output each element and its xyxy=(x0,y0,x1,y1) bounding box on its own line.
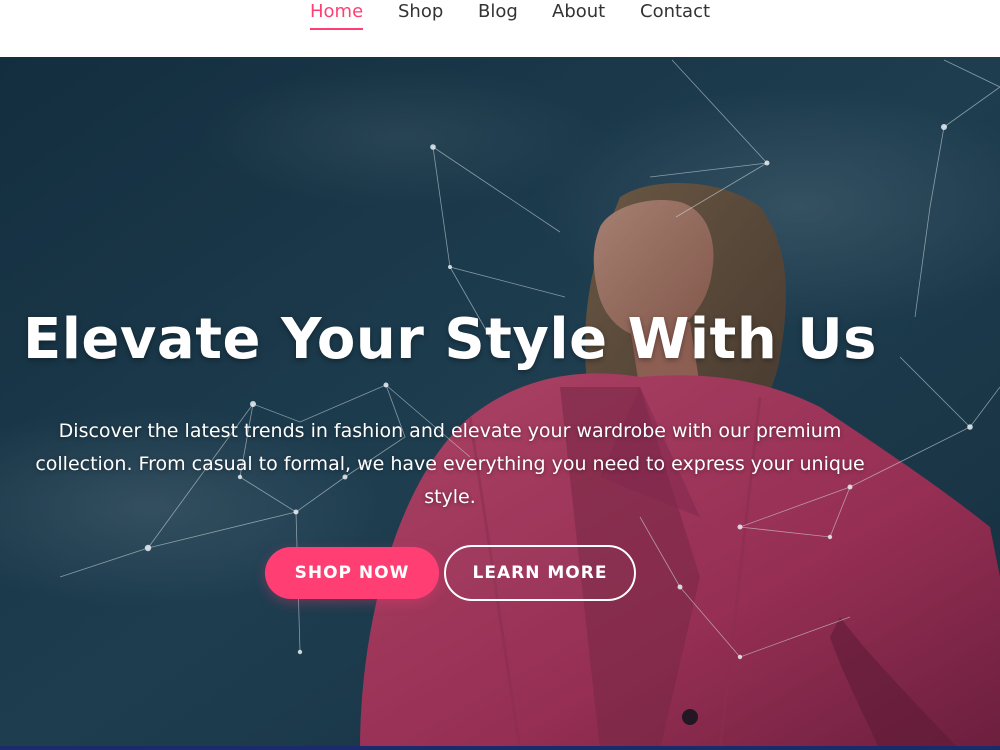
hero-section: Elevate Your Style With Us Discover the … xyxy=(0,57,1000,750)
nav-contact[interactable]: Contact xyxy=(640,0,710,30)
hero-description-line: Discover the latest trends in fashion an… xyxy=(58,420,842,442)
hero-description: Discover the latest trends in fashion an… xyxy=(0,415,900,514)
hero-description-line: collection. From casual to formal, we ha… xyxy=(35,453,865,475)
nav-links: Home Shop Blog About Contact xyxy=(0,0,1000,57)
top-navbar: Home Shop Blog About Contact xyxy=(0,0,1000,57)
nav-blog[interactable]: Blog xyxy=(478,0,518,30)
shop-now-button[interactable]: SHOP NOW xyxy=(265,547,439,599)
bottom-edge-strip xyxy=(0,746,1000,750)
nav-home[interactable]: Home xyxy=(310,0,364,30)
hero-background-image xyxy=(0,57,1000,750)
nav-shop[interactable]: Shop xyxy=(398,0,443,30)
nav-about[interactable]: About xyxy=(552,0,605,30)
learn-more-button[interactable]: LEARN MORE xyxy=(444,545,636,601)
hero-title: Elevate Your Style With Us xyxy=(22,307,877,372)
hero-description-line: style. xyxy=(424,486,476,508)
